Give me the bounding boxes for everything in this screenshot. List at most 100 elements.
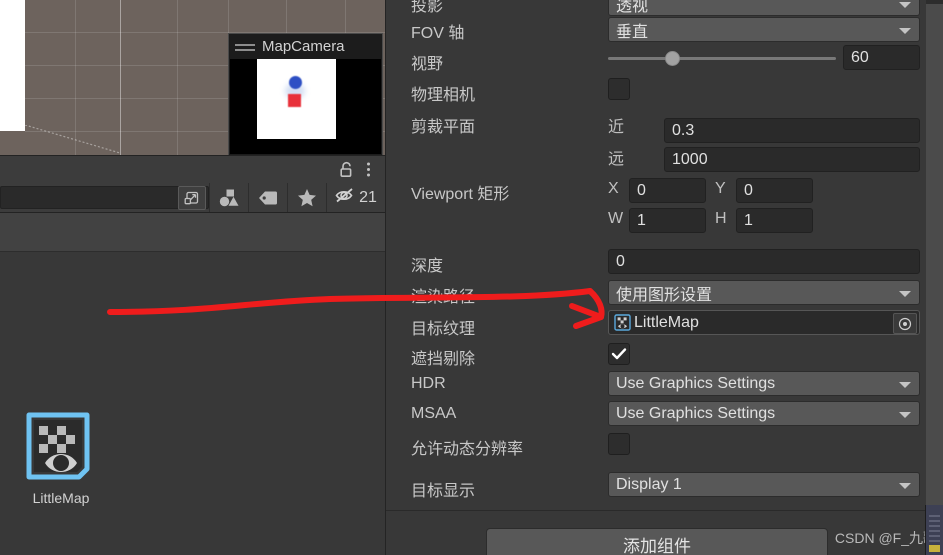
label-field-of-view: 视野 — [411, 56, 444, 73]
project-panel-toolbar: 21 — [0, 183, 385, 213]
input-field-of-view[interactable]: 60 — [843, 45, 920, 70]
label-viewport-rect: Viewport 矩形 — [411, 186, 510, 203]
label-target-texture: 目标纹理 — [411, 321, 476, 338]
render-texture-icon — [25, 411, 98, 484]
drag-handle-icon[interactable] — [235, 42, 255, 52]
blue-sphere — [289, 76, 302, 89]
label-allow-dynamic-resolution: 允许动态分辨率 — [411, 441, 524, 458]
msaa-value: Use Graphics Settings — [616, 404, 776, 422]
input-viewport-y[interactable]: 0 — [736, 178, 813, 203]
label-viewport-w: W — [608, 210, 624, 227]
label-projection: 投影 — [411, 0, 444, 15]
map-camera-render-output — [230, 59, 381, 154]
map-camera-preview-header[interactable]: MapCamera — [229, 34, 382, 59]
input-near-clip[interactable]: 0.3 — [664, 118, 920, 143]
chevron-down-icon — [899, 27, 911, 34]
add-component-button[interactable]: 添加组件 — [486, 528, 828, 555]
chevron-down-icon — [899, 482, 911, 489]
label-viewport-x: X — [608, 180, 619, 197]
window-right-edge-top — [926, 0, 943, 4]
scrollbar-indicator — [929, 545, 940, 552]
checkbox-allow-dynamic-resolution[interactable] — [608, 433, 630, 455]
scene-viewport[interactable]: MapCamera — [0, 0, 385, 155]
input-viewport-x[interactable]: 0 — [629, 178, 706, 203]
label-viewport-h: H — [715, 210, 727, 227]
label-near: 近 — [608, 119, 625, 136]
label-fov-axis: FOV 轴 — [411, 25, 465, 42]
breadcrumb[interactable] — [0, 213, 385, 252]
viewport-h-value: 1 — [744, 211, 753, 229]
label-tag-icon[interactable] — [249, 183, 287, 212]
label-occlusion-culling: 遮挡剔除 — [411, 351, 476, 368]
field-of-view-value: 60 — [851, 48, 869, 66]
eye-crossed-icon — [335, 186, 357, 209]
label-rendering-path: 渲染路径 — [411, 289, 476, 306]
input-viewport-w[interactable]: 1 — [629, 208, 706, 233]
viewport-w-value: 1 — [637, 211, 646, 229]
viewport-y-value: 0 — [744, 181, 753, 199]
map-camera-title: MapCamera — [262, 38, 345, 55]
label-clipping-planes: 剪裁平面 — [411, 119, 476, 136]
slider-field-of-view-track[interactable] — [608, 57, 836, 60]
watermark: CSDN @F_九歌 — [834, 530, 937, 546]
map-camera-preview-window[interactable]: MapCamera — [228, 33, 383, 155]
dropdown-projection[interactable]: 透视 — [608, 0, 920, 16]
dropdown-projection-value: 透视 — [616, 0, 649, 15]
rendering-path-value: 使用图形设置 — [616, 286, 713, 304]
target-display-value: Display 1 — [616, 475, 682, 493]
kebab-menu-icon[interactable] — [357, 159, 379, 181]
label-viewport-y: Y — [715, 180, 726, 197]
asset-item-littlemap[interactable]: LittleMap — [22, 411, 100, 506]
label-hdr: HDR — [411, 375, 446, 392]
map-render-white-area — [257, 59, 336, 139]
label-physical-camera: 物理相机 — [411, 87, 476, 104]
dropdown-fov-axis-value: 垂直 — [616, 23, 649, 41]
unity-editor-window: MapCamera 21 LittleMap 投影 透视 FOV 轴 垂直 视野… — [0, 0, 943, 555]
project-asset-grid[interactable]: LittleMap — [0, 286, 385, 555]
input-far-clip[interactable]: 1000 — [664, 147, 920, 172]
input-depth[interactable]: 0 — [608, 249, 920, 274]
viewport-x-value: 0 — [637, 181, 646, 199]
target-texture-value: LittleMap — [634, 313, 699, 331]
far-clip-value: 1000 — [672, 150, 708, 168]
dropdown-fov-axis[interactable]: 垂直 — [608, 17, 920, 42]
shapes-filter-icon[interactable] — [210, 183, 248, 212]
dropdown-target-display[interactable]: Display 1 — [608, 472, 920, 497]
hidden-items-button[interactable]: 21 — [327, 183, 385, 212]
hdr-value: Use Graphics Settings — [616, 374, 776, 392]
checkbox-occlusion-culling[interactable] — [608, 343, 630, 365]
dropdown-hdr[interactable]: Use Graphics Settings — [608, 371, 920, 396]
search-field-wrapper[interactable] — [0, 185, 209, 210]
star-favorite-icon[interactable] — [288, 183, 326, 212]
dropdown-msaa[interactable]: Use Graphics Settings — [608, 401, 920, 426]
asset-label: LittleMap — [32, 490, 90, 506]
label-far: 远 — [608, 151, 625, 168]
checkbox-physical-camera[interactable] — [608, 78, 630, 100]
scrollbar-thumb[interactable] — [925, 505, 943, 555]
project-panel-titlebar — [0, 155, 385, 183]
label-msaa: MSAA — [411, 405, 457, 422]
search-expand-icon[interactable] — [178, 185, 206, 210]
window-right-edge — [926, 0, 943, 505]
chevron-down-icon — [899, 1, 911, 8]
chevron-down-icon — [899, 290, 911, 297]
near-clip-value: 0.3 — [672, 121, 695, 139]
depth-value: 0 — [616, 252, 625, 270]
input-viewport-h[interactable]: 1 — [736, 208, 813, 233]
project-panel: 21 LittleMap — [0, 155, 385, 555]
chevron-down-icon — [899, 381, 911, 388]
objectfield-target-texture[interactable]: LittleMap — [608, 310, 920, 335]
label-depth: 深度 — [411, 258, 444, 275]
slider-field-of-view-knob[interactable] — [664, 51, 680, 66]
label-target-display: 目标显示 — [411, 483, 476, 500]
object-picker-icon[interactable] — [893, 313, 917, 334]
checkmark-icon — [611, 348, 627, 360]
search-input[interactable] — [1, 189, 178, 206]
chevron-down-icon — [899, 411, 911, 418]
hidden-items-count: 21 — [359, 188, 377, 206]
lock-icon[interactable] — [335, 159, 357, 181]
add-component-label: 添加组件 — [623, 536, 691, 555]
red-cube — [288, 94, 301, 107]
scene-grid-diagonal — [25, 125, 121, 154]
dropdown-rendering-path[interactable]: 使用图形设置 — [608, 280, 920, 305]
